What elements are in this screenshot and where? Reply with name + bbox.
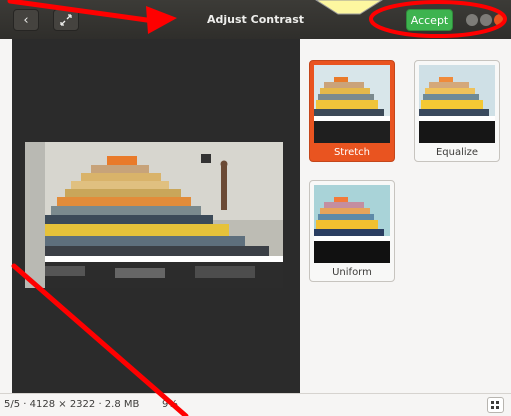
close-button[interactable] [494, 14, 506, 26]
accept-button[interactable]: Accept [406, 9, 453, 31]
maximize-button[interactable] [480, 14, 492, 26]
preset-equalize[interactable]: Equalize [414, 60, 500, 162]
mural-image [25, 142, 283, 288]
gallery-button[interactable] [487, 397, 504, 413]
preset-uniform[interactable]: Uniform [309, 180, 395, 282]
window-edge [0, 39, 12, 416]
zoom-level: 9% [162, 399, 178, 410]
preset-thumbnail [314, 65, 390, 143]
minimize-button[interactable] [466, 14, 478, 26]
preset-thumbnail [419, 65, 495, 143]
status-bar: 5/5 · 4128 × 2322 · 2.8 MB 9% [0, 393, 511, 416]
image-viewer[interactable] [12, 39, 300, 393]
preset-label: Stretch [333, 147, 371, 158]
preset-thumbnail [314, 185, 390, 263]
header-bar: ‹ Adjust Contrast Accept [0, 0, 511, 40]
preset-stretch[interactable]: Stretch [309, 60, 395, 162]
preset-label: Equalize [435, 147, 479, 158]
preset-label: Uniform [332, 267, 372, 278]
grid-icon [491, 400, 499, 409]
image-info: 5/5 · 4128 × 2322 · 2.8 MB [4, 399, 140, 410]
